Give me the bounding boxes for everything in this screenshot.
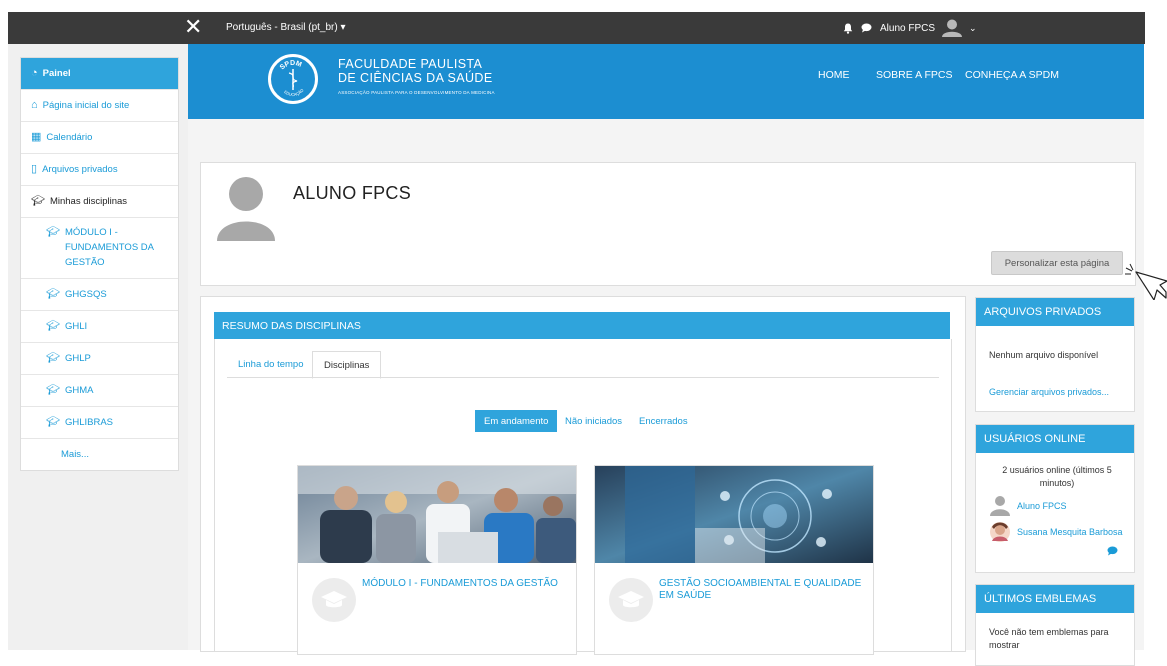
tab-courses[interactable]: Disciplinas	[312, 351, 382, 379]
profile-header: ALUNO FPCS Personalizar esta página	[200, 162, 1136, 286]
sidebar-item-course-ghlibras[interactable]: 🎓︎ GHLIBRAS	[21, 407, 178, 439]
spdm-logo[interactable]: SPDM EDUCAÇÃO	[268, 54, 318, 104]
home-icon: ⌂	[31, 99, 38, 111]
sidebar-nav: ◔ Painel ⌂ Página inicial do site ▦ Calendá…	[20, 57, 179, 471]
latest-badges-block: ÚLTIMOS EMBLEMAS Você não tem emblemas p…	[975, 584, 1135, 666]
messages-icon[interactable]	[861, 23, 872, 33]
graduation-cap-icon: 🎓︎	[46, 320, 60, 332]
user-menu[interactable]: Aluno FPCS ⌄	[880, 19, 977, 37]
brand-name: FACULDADE PAULISTA DE CIÊNCIAS DA SAÚDE	[338, 57, 493, 85]
brand-tagline: ASSOCIAÇÃO PAULISTA PARA O DESENVOLVIMEN…	[338, 90, 495, 95]
course-overview-body: Linha do tempo Disciplinas Em andamento …	[214, 339, 952, 655]
graduation-cap-icon: 🎓︎	[31, 195, 45, 207]
notification-bell-icon[interactable]	[843, 23, 853, 34]
graduation-cap-icon: 🎓︎	[46, 416, 60, 428]
graduation-cap-icon: 🎓︎	[46, 226, 60, 238]
profile-avatar-icon	[217, 177, 275, 241]
svg-text:EDUCAÇÃO: EDUCAÇÃO	[283, 88, 304, 97]
course-cap-icon	[609, 578, 653, 622]
sidebar-item-course-ghlp[interactable]: 🎓︎ GHLP	[21, 343, 178, 375]
block-title: ARQUIVOS PRIVADOS	[976, 298, 1134, 326]
graduation-cap-icon: 🎓︎	[46, 352, 60, 364]
message-user-icon[interactable]	[1107, 546, 1118, 556]
sidebar-item-more[interactable]: Mais...	[21, 439, 178, 470]
profile-name: ALUNO FPCS	[293, 183, 412, 203]
sidebar-item-course-ghli[interactable]: 🎓︎ GHLI	[21, 311, 178, 343]
dashboard-icon: ◔	[31, 67, 38, 79]
sidebar-item-dashboard[interactable]: ◔ Painel	[21, 58, 178, 90]
block-title: ÚLTIMOS EMBLEMAS	[976, 585, 1134, 613]
graduation-cap-icon: 🎓︎	[46, 384, 60, 396]
filter-finished[interactable]: Encerrados	[630, 410, 697, 432]
logo-text: SPDM	[279, 60, 303, 71]
private-files-block: ARQUIVOS PRIVADOS Nenhum arquivo disponí…	[975, 297, 1135, 412]
sidebar-item-site-home[interactable]: ⌂ Página inicial do site	[21, 90, 178, 122]
top-navbar: ✕ Português - Brasil (pt_br) ▾ Aluno FPC…	[8, 12, 1145, 44]
user-avatar-icon	[990, 496, 1010, 516]
online-user-item[interactable]: Susana Mesquita Barbosa	[989, 521, 1123, 543]
tab-divider	[227, 377, 939, 378]
course-overview-header: RESUMO DAS DISCIPLINAS	[214, 312, 950, 339]
mouse-pointer-icon	[1125, 263, 1167, 300]
course-image	[298, 466, 576, 563]
filter-in-progress[interactable]: Em andamento	[475, 410, 558, 432]
calendar-icon: ▦	[31, 131, 42, 143]
spdm-logo-emblem-icon: SPDM EDUCAÇÃO	[279, 60, 305, 97]
no-badges-text: Você não tem emblemas para mostrar	[989, 627, 1109, 650]
sidebar-item-course-ghma[interactable]: 🎓︎ GHMA	[21, 375, 178, 407]
course-card[interactable]: MÓDULO I - FUNDAMENTOS DA GESTÃO	[297, 465, 577, 655]
user-photo-avatar	[990, 522, 1010, 542]
main-panel: RESUMO DAS DISCIPLINAS Linha do tempo Di…	[200, 296, 966, 655]
sidebar-item-course-modulo-i[interactable]: 🎓︎ MÓDULO I - FUNDAMENTOS DA GESTÃO	[21, 218, 178, 279]
filter-not-started[interactable]: Não iniciados	[556, 410, 631, 432]
user-avatar-icon	[942, 19, 963, 37]
manage-files-link[interactable]: Gerenciar arquivos privados...	[989, 387, 1109, 397]
sidebar-item-course-ghgsqs[interactable]: 🎓︎ GHGSQS	[21, 279, 178, 311]
sidebar-item-my-courses[interactable]: 🎓︎ Minhas disciplinas	[21, 186, 178, 218]
course-cap-icon	[312, 578, 356, 622]
caret-down-icon: ▾	[340, 22, 346, 33]
logo-subtext: EDUCAÇÃO	[283, 88, 304, 97]
user-area: Aluno FPCS ⌄	[843, 19, 977, 37]
svg-text:SPDM: SPDM	[279, 60, 303, 71]
online-user-item[interactable]: Aluno FPCS	[989, 495, 1067, 517]
tab-timeline[interactable]: Linha do tempo	[227, 351, 315, 377]
online-users-summary: 2 usuários online (últimos 5 minutos)	[1002, 465, 1112, 488]
course-card[interactable]: GESTÃO SOCIOAMBIENTAL E QUALIDADE EM SAÚ…	[594, 465, 874, 655]
no-files-text: Nenhum arquivo disponível	[989, 350, 1099, 360]
course-title-link[interactable]: MÓDULO I - FUNDAMENTOS DA GESTÃO	[362, 578, 567, 590]
nav-home-link[interactable]: HOME	[818, 69, 850, 81]
graduation-cap-icon: 🎓︎	[46, 288, 60, 300]
course-image	[595, 466, 873, 563]
sidebar-item-calendar[interactable]: ▦ Calendário	[21, 122, 178, 154]
block-title: USUÁRIOS ONLINE	[976, 425, 1134, 453]
course-title-link[interactable]: GESTÃO SOCIOAMBIENTAL E QUALIDADE EM SAÚ…	[659, 578, 864, 602]
sidebar-item-private-files[interactable]: ▯ Arquivos privados	[21, 154, 178, 186]
language-menu[interactable]: Português - Brasil (pt_br) ▾	[226, 22, 346, 33]
file-icon: ▯	[31, 163, 38, 175]
nav-about-link[interactable]: SOBRE A FPCS	[876, 69, 952, 81]
customize-page-button[interactable]: Personalizar esta página	[991, 251, 1123, 275]
close-drawer-icon[interactable]: ✕	[184, 15, 202, 39]
nav-spdm-link[interactable]: CONHEÇA A SPDM	[965, 69, 1059, 81]
header-banner: SPDM EDUCAÇÃO FACULDADE PAULISTA DE CIÊN…	[188, 44, 1144, 119]
online-users-block: USUÁRIOS ONLINE 2 usuários online (últim…	[975, 424, 1135, 573]
chevron-down-icon: ⌄	[969, 22, 977, 33]
